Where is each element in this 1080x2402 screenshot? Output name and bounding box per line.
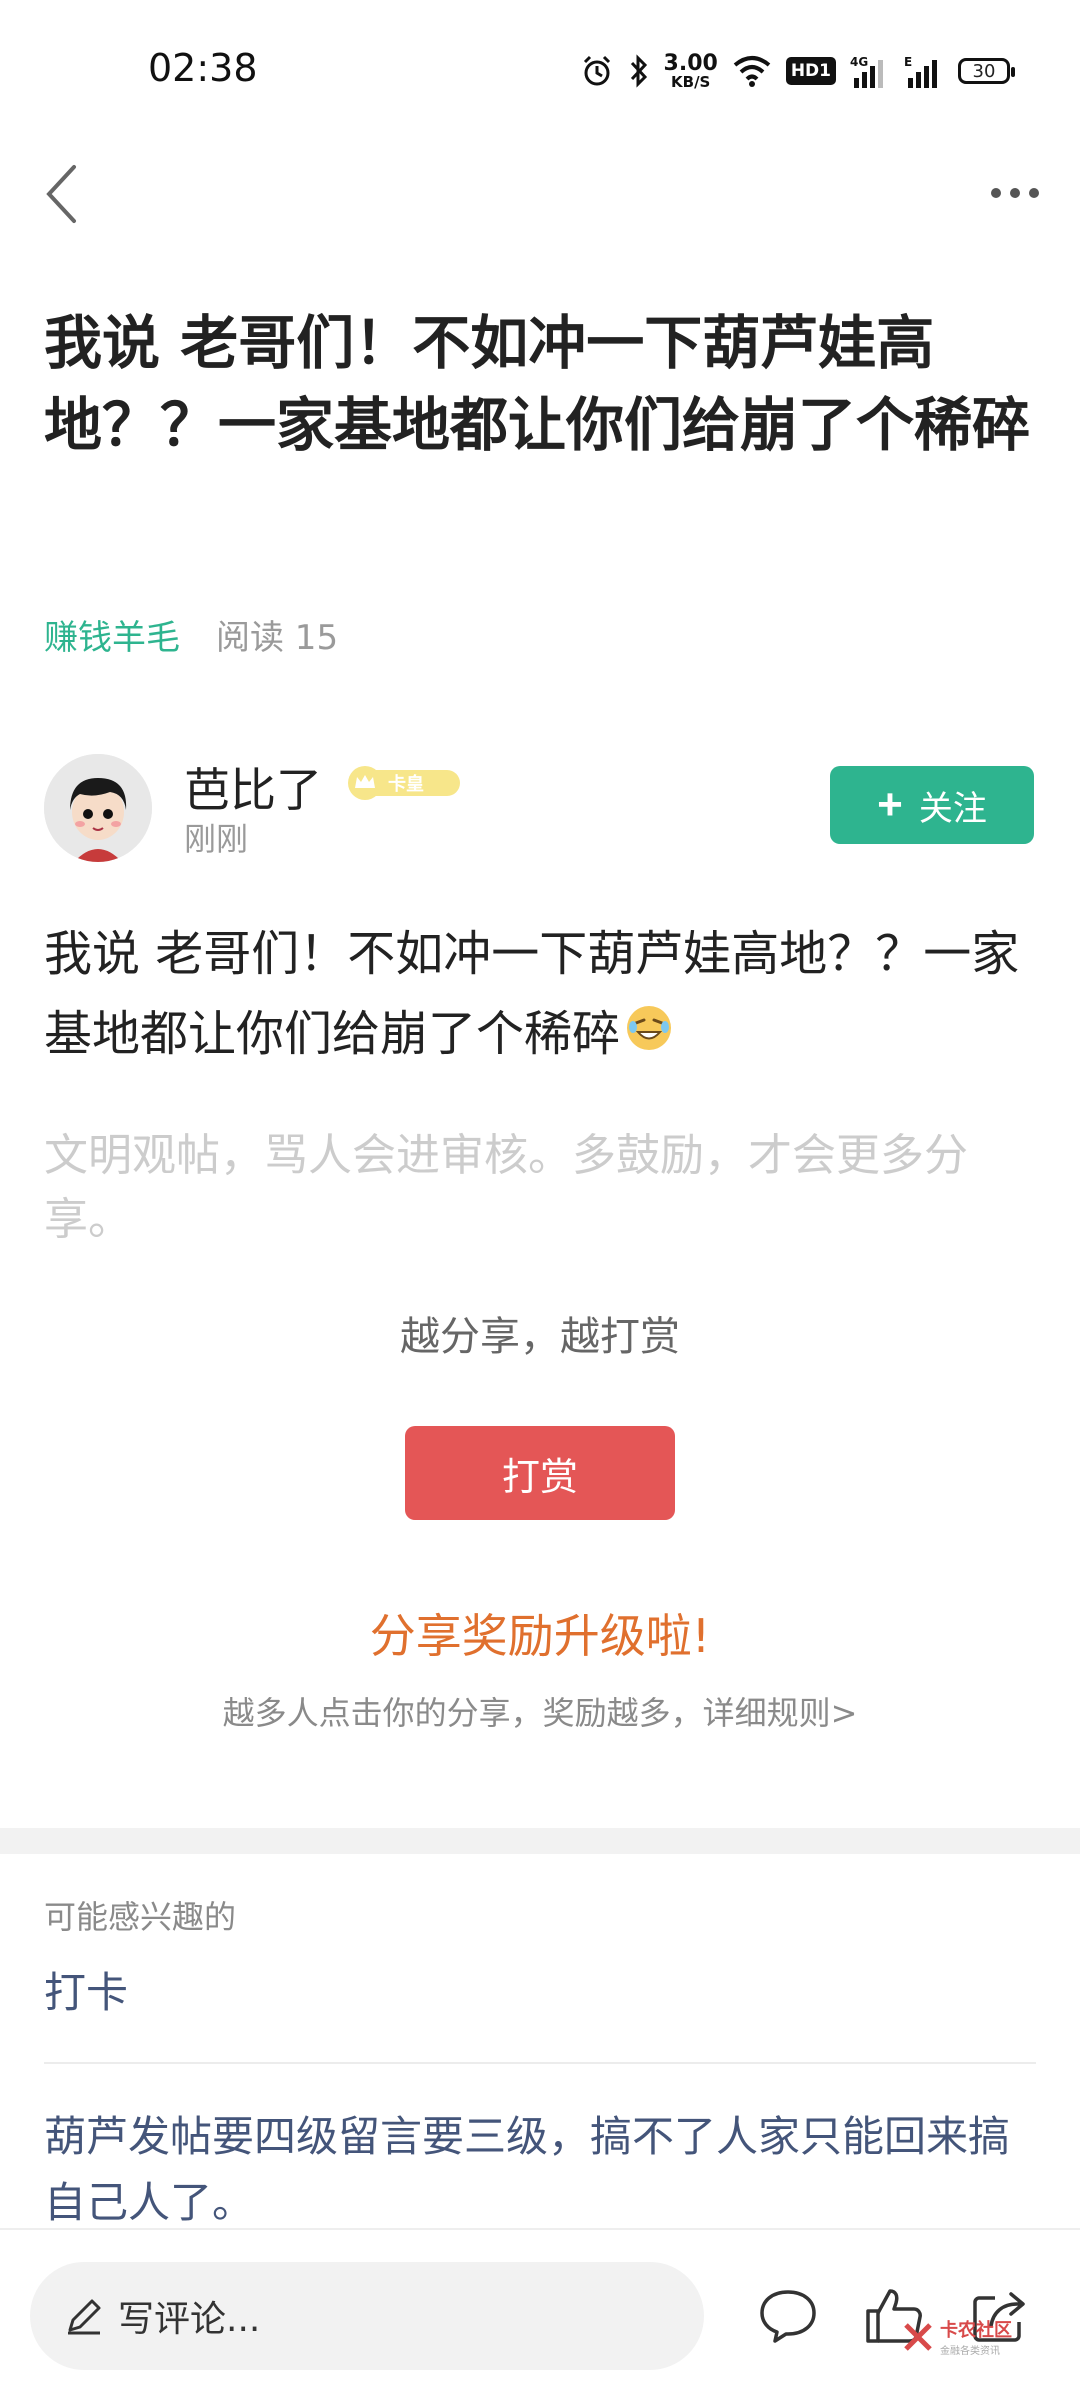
post-title: 我说 老哥们！不如冲一下葫芦娃高地？？一家基地都让你们给崩了个稀碎	[44, 309, 1031, 459]
chevron-left-icon	[46, 165, 76, 223]
signal-4g-icon: 4G	[850, 54, 890, 88]
bottom-action-bar: 写评论... 卡农社区 金融各类资讯	[0, 2228, 1080, 2402]
hd-badge: HD1	[785, 57, 836, 85]
comment-placeholder: 写评论...	[118, 2299, 261, 2340]
bluetooth-icon	[628, 54, 650, 88]
post-body-text: 我说 老哥们！不如冲一下葫芦娃高地？？一家基地都让你们给崩了个稀碎	[44, 926, 1020, 1062]
reward-button[interactable]: 打赏	[405, 1426, 675, 1520]
author-row: 芭比了 卡皇 刚刚 + 关注	[44, 754, 1034, 864]
wifi-icon	[732, 55, 772, 87]
reward-tip: 越分享，越打赏	[400, 1314, 680, 1360]
post-time: 刚刚	[184, 820, 249, 858]
watermark-subtitle: 金融各类资讯	[940, 2346, 1000, 2357]
svg-text:4G: 4G	[850, 55, 868, 69]
laughing-tears-emoji-icon	[624, 997, 674, 1077]
section-divider	[0, 1828, 1080, 1854]
pen-icon	[68, 2299, 101, 2335]
more-dot	[1010, 188, 1020, 198]
more-dot	[1029, 188, 1039, 198]
more-dot	[991, 188, 1001, 198]
watermark-logo-icon	[904, 2322, 932, 2351]
community-notice: 文明观帖，骂人会进审核。多鼓励，才会更多分享。	[44, 1130, 968, 1245]
share-promo-title: 分享奖励升级啦!	[369, 1609, 711, 1663]
back-button[interactable]	[26, 154, 96, 234]
interest-item[interactable]: 葫芦发帖要四级留言要三级，搞不了人家只能回来搞自己人了。	[44, 2064, 1036, 2236]
plus-icon: +	[877, 780, 903, 829]
svg-text:E: E	[904, 55, 912, 69]
follow-label: 关注	[918, 789, 987, 828]
status-time: 02:38	[148, 46, 258, 90]
signal-e-icon: E	[904, 54, 944, 88]
read-count: 阅读 15	[216, 618, 339, 658]
interest-label: 可能感兴趣的	[44, 1898, 237, 1936]
post-meta: 赚钱羊毛 阅读 15	[44, 610, 338, 659]
interest-list: 打卡 葫芦发帖要四级留言要三级，搞不了人家只能回来搞自己人了。	[44, 1960, 1036, 2236]
interest-item[interactable]: 打卡	[44, 1960, 1036, 2064]
battery-icon: 30	[958, 58, 1015, 84]
net-speed: 3.00 KB/S	[663, 50, 718, 91]
comment-input[interactable]: 写评论...	[30, 2262, 704, 2370]
nav-bar	[0, 140, 1080, 250]
category-link[interactable]: 赚钱羊毛	[44, 610, 180, 659]
comment-icon[interactable]	[756, 2284, 820, 2348]
post-body: 我说 老哥们！不如冲一下葫芦娃高地？？一家基地都让你们给崩了个稀碎	[44, 914, 1044, 1077]
author-name[interactable]: 芭比了	[184, 754, 322, 820]
alarm-icon	[580, 54, 614, 88]
vip-badge: 卡皇	[346, 764, 464, 802]
svg-text:卡皇: 卡皇	[388, 773, 424, 795]
share-rules-link[interactable]: 越多人点击你的分享，奖励越多，详细规则>	[0, 1688, 1080, 1734]
watermark: 卡农社区 金融各类资讯	[902, 2316, 1012, 2357]
more-button[interactable]	[980, 168, 1050, 218]
status-bar: 02:38 3.00 KB/S HD1 4G E 30	[0, 0, 1080, 140]
avatar[interactable]	[44, 754, 152, 862]
follow-button[interactable]: + 关注	[830, 766, 1034, 844]
watermark-name: 卡农社区	[940, 2320, 1012, 2341]
status-icons: 3.00 KB/S HD1 4G E 30	[580, 48, 1015, 94]
